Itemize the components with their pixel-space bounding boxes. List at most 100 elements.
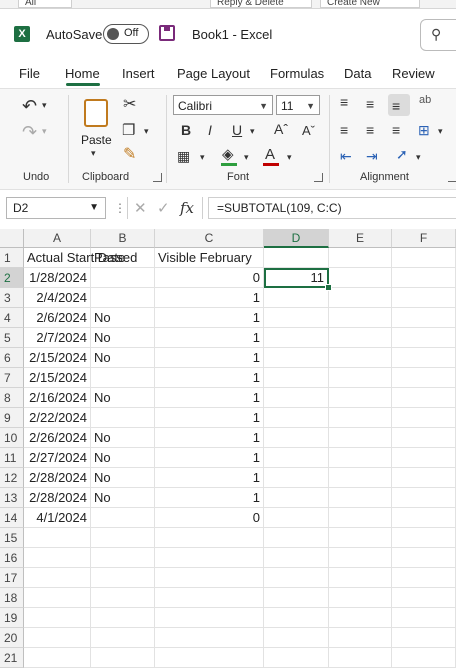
cut-icon[interactable]: ✂: [123, 97, 136, 113]
cell-b17[interactable]: [91, 568, 155, 588]
row-header[interactable]: 5: [0, 328, 24, 348]
cell-d15[interactable]: [264, 528, 329, 548]
row-header[interactable]: 16: [0, 548, 24, 568]
cell-c21[interactable]: [155, 648, 264, 668]
cell-c7[interactable]: 1: [155, 368, 264, 388]
borders-icon[interactable]: ▦: [177, 149, 190, 163]
cell-f13[interactable]: [392, 488, 456, 508]
increase-indent-icon[interactable]: ⇥: [366, 149, 378, 163]
font-color-icon[interactable]: A: [265, 147, 275, 162]
cell-a4[interactable]: 2/6/2024: [24, 308, 91, 328]
cell-c5[interactable]: 1: [155, 328, 264, 348]
cell-b14[interactable]: [91, 508, 155, 528]
cell-e5[interactable]: [329, 328, 392, 348]
column-header-f[interactable]: F: [392, 229, 456, 248]
row-header[interactable]: 13: [0, 488, 24, 508]
cell-e13[interactable]: [329, 488, 392, 508]
cell-a15[interactable]: [24, 528, 91, 548]
cell-e21[interactable]: [329, 648, 392, 668]
row-header[interactable]: 8: [0, 388, 24, 408]
cell-d8[interactable]: [264, 388, 329, 408]
cell-a7[interactable]: 2/15/2024: [24, 368, 91, 388]
cell-c10[interactable]: 1: [155, 428, 264, 448]
cell-b6[interactable]: No: [91, 348, 155, 368]
column-header-a[interactable]: A: [24, 229, 91, 248]
cell-f7[interactable]: [392, 368, 456, 388]
cell-f2[interactable]: [392, 268, 456, 288]
cell-f17[interactable]: [392, 568, 456, 588]
column-header-e[interactable]: E: [329, 229, 392, 248]
decrease-font-icon[interactable]: Aˇ: [302, 124, 315, 137]
cell-b18[interactable]: [91, 588, 155, 608]
row-header[interactable]: 10: [0, 428, 24, 448]
cell-b21[interactable]: [91, 648, 155, 668]
font-name-select[interactable]: Calibri ▼: [173, 95, 273, 115]
merge-center-icon[interactable]: ⊞: [418, 123, 430, 137]
cell-b1[interactable]: Passed: [91, 248, 155, 268]
row-header[interactable]: 3: [0, 288, 24, 308]
row-header[interactable]: 19: [0, 608, 24, 628]
row-header[interactable]: 7: [0, 368, 24, 388]
undo-dropdown-icon[interactable]: ▾: [42, 101, 47, 110]
cell-f18[interactable]: [392, 588, 456, 608]
row-header[interactable]: 15: [0, 528, 24, 548]
select-all-corner[interactable]: [0, 229, 24, 248]
cell-f12[interactable]: [392, 468, 456, 488]
wrap-text-icon[interactable]: ab: [419, 95, 431, 106]
row-header[interactable]: 21: [0, 648, 24, 668]
cell-b5[interactable]: No: [91, 328, 155, 348]
row-header[interactable]: 9: [0, 408, 24, 428]
cell-b9[interactable]: [91, 408, 155, 428]
cell-e4[interactable]: [329, 308, 392, 328]
cell-a20[interactable]: [24, 628, 91, 648]
row-header[interactable]: 2: [0, 268, 24, 288]
row-header[interactable]: 4: [0, 308, 24, 328]
cell-e15[interactable]: [329, 528, 392, 548]
cell-b7[interactable]: [91, 368, 155, 388]
cell-c4[interactable]: 1: [155, 308, 264, 328]
italic-icon[interactable]: I: [208, 123, 212, 137]
tab-data[interactable]: Data: [344, 66, 371, 81]
cell-d5[interactable]: [264, 328, 329, 348]
row-header[interactable]: 6: [0, 348, 24, 368]
tab-file[interactable]: File: [19, 66, 40, 81]
merge-dropdown-icon[interactable]: ▾: [438, 127, 443, 136]
cell-e3[interactable]: [329, 288, 392, 308]
cell-e14[interactable]: [329, 508, 392, 528]
align-top-icon[interactable]: ≡: [340, 95, 348, 109]
cell-f6[interactable]: [392, 348, 456, 368]
cell-c15[interactable]: [155, 528, 264, 548]
cell-d7[interactable]: [264, 368, 329, 388]
cell-f1[interactable]: [392, 248, 456, 268]
cell-e1[interactable]: [329, 248, 392, 268]
cell-e20[interactable]: [329, 628, 392, 648]
cell-f20[interactable]: [392, 628, 456, 648]
align-middle-icon[interactable]: ≡: [366, 97, 374, 111]
tab-home[interactable]: Home: [65, 66, 100, 81]
cell-e12[interactable]: [329, 468, 392, 488]
clipboard-launcher-icon[interactable]: [153, 173, 162, 182]
cell-a5[interactable]: 2/7/2024: [24, 328, 91, 348]
tab-review[interactable]: Review: [392, 66, 435, 81]
cell-a1[interactable]: Actual Start Date: [24, 248, 125, 268]
cell-a3[interactable]: 2/4/2024: [24, 288, 91, 308]
cell-b11[interactable]: No: [91, 448, 155, 468]
redo-icon[interactable]: ↷: [22, 123, 37, 141]
cell-e19[interactable]: [329, 608, 392, 628]
cell-f16[interactable]: [392, 548, 456, 568]
cell-f3[interactable]: [392, 288, 456, 308]
cell-a9[interactable]: 2/22/2024: [24, 408, 91, 428]
cell-b2[interactable]: [91, 268, 155, 288]
cell-e9[interactable]: [329, 408, 392, 428]
underline-dropdown-icon[interactable]: ▾: [250, 127, 255, 136]
cell-d18[interactable]: [264, 588, 329, 608]
cell-a13[interactable]: 2/28/2024: [24, 488, 91, 508]
cell-a12[interactable]: 2/28/2024: [24, 468, 91, 488]
align-center-icon[interactable]: ≡: [366, 123, 374, 137]
borders-dropdown-icon[interactable]: ▾: [200, 153, 205, 162]
cell-c8[interactable]: 1: [155, 388, 264, 408]
cell-a21[interactable]: [24, 648, 91, 668]
cell-d2[interactable]: 11: [264, 268, 329, 288]
orientation-dropdown-icon[interactable]: ▾: [416, 153, 421, 162]
format-painter-icon[interactable]: ✎: [123, 147, 136, 163]
